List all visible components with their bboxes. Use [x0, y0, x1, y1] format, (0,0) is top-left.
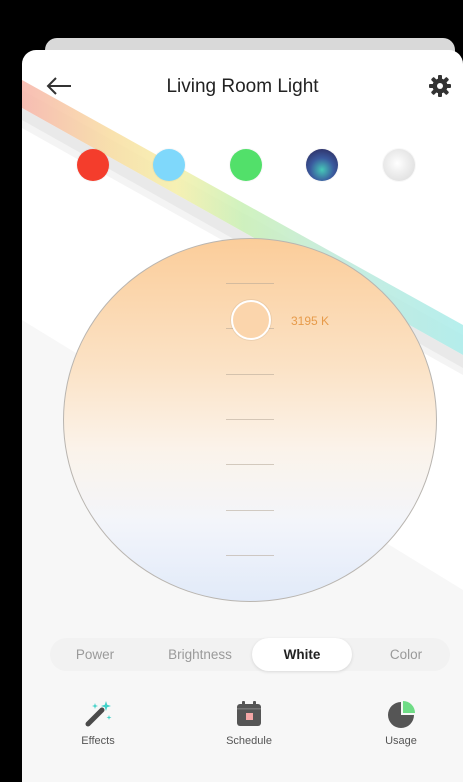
temperature-wheel[interactable] [63, 238, 437, 602]
device-control-sheet: Living Room Light 3195 K Power Brightnes… [22, 50, 463, 782]
temperature-knob[interactable] [231, 300, 271, 340]
preset-white[interactable] [383, 149, 415, 181]
page-title: Living Room Light [166, 76, 319, 97]
settings-button[interactable] [426, 72, 454, 100]
tab-color[interactable]: Color [364, 638, 448, 671]
phone-screen: Living Room Light 3195 K Power Brightnes… [0, 0, 463, 782]
nav-schedule[interactable]: Schedule [204, 692, 294, 752]
temperature-label: 3195 K [291, 314, 330, 328]
gear-icon [429, 75, 451, 97]
nav-effects[interactable]: Effects [53, 692, 143, 752]
preset-red[interactable] [77, 149, 109, 181]
nav-label-effects: Effects [81, 735, 115, 747]
white-temperature-picker: 3195 K [63, 238, 437, 602]
scale-tick [226, 283, 274, 284]
tab-white[interactable]: White [252, 638, 352, 671]
tab-brightness[interactable]: Brightness [150, 638, 250, 671]
scale-tick [226, 464, 274, 465]
preset-green[interactable] [230, 149, 262, 181]
scale-tick [226, 374, 274, 375]
bottom-nav: Effects Schedule Usage [22, 692, 463, 752]
scale-tick [226, 419, 274, 420]
scale-tick [226, 555, 274, 556]
scale-tick [226, 510, 274, 511]
preset-light-blue[interactable] [153, 149, 185, 181]
preset-aurora[interactable] [306, 149, 338, 181]
tab-power[interactable]: Power [52, 638, 138, 671]
pie-chart-icon [388, 701, 415, 728]
nav-usage[interactable]: Usage [356, 692, 446, 752]
header-bar: Living Room Light [22, 68, 463, 104]
mode-tab-bar: Power Brightness White Color [50, 638, 450, 671]
calendar-icon [237, 701, 261, 726]
magic-wand-icon [85, 701, 112, 727]
color-presets [22, 144, 463, 188]
nav-label-schedule: Schedule [226, 735, 272, 747]
nav-label-usage: Usage [385, 735, 417, 747]
